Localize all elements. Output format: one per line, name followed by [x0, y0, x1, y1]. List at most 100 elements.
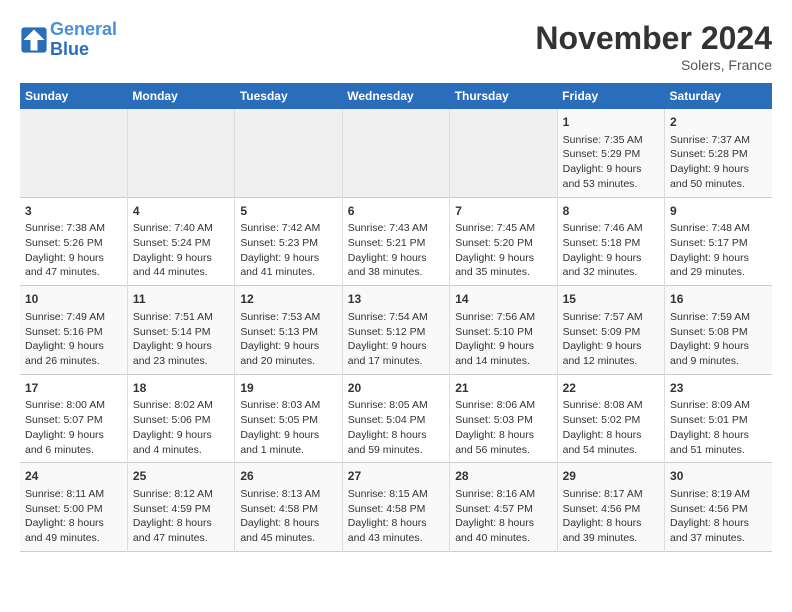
calendar-cell: 14Sunrise: 7:56 AM Sunset: 5:10 PM Dayli… — [450, 286, 557, 375]
day-info: Sunrise: 8:17 AM Sunset: 4:56 PM Dayligh… — [563, 487, 659, 546]
calendar-cell: 20Sunrise: 8:05 AM Sunset: 5:04 PM Dayli… — [342, 374, 449, 463]
calendar-cell: 10Sunrise: 7:49 AM Sunset: 5:16 PM Dayli… — [20, 286, 127, 375]
calendar-cell: 18Sunrise: 8:02 AM Sunset: 5:06 PM Dayli… — [127, 374, 234, 463]
day-info: Sunrise: 7:35 AM Sunset: 5:29 PM Dayligh… — [563, 133, 659, 192]
weekday-header-row: SundayMondayTuesdayWednesdayThursdayFrid… — [20, 83, 772, 109]
logo-text: General Blue — [50, 20, 117, 60]
calendar-cell: 29 Sunrise: 8:17 AM Sunset: 4:56 PM Dayli… — [557, 463, 664, 552]
calendar-cell: 1 Sunrise: 7:35 AM Sunset: 5:29 PM Daylig… — [557, 109, 664, 197]
day-number: 10 — [25, 291, 122, 308]
day-number: 17 — [25, 380, 122, 397]
calendar-cell: 30 Sunrise: 8:19 AM Sunset: 4:56 PM Dayli… — [665, 463, 772, 552]
day-info: Sunrise: 8:05 AM Sunset: 5:04 PM Dayligh… — [348, 398, 444, 457]
calendar-cell: 22Sunrise: 8:08 AM Sunset: 5:02 PM Dayli… — [557, 374, 664, 463]
calendar-week-3: 10Sunrise: 7:49 AM Sunset: 5:16 PM Dayli… — [20, 286, 772, 375]
calendar-week-1: 1 Sunrise: 7:35 AM Sunset: 5:29 PM Daylig… — [20, 109, 772, 197]
day-info: Sunrise: 8:00 AM Sunset: 5:07 PM Dayligh… — [25, 398, 122, 457]
page-header: General Blue November 2024 Solers, Franc… — [20, 20, 772, 73]
day-info: Sunrise: 7:57 AM Sunset: 5:09 PM Dayligh… — [563, 310, 659, 369]
day-info: Sunrise: 7:48 AM Sunset: 5:17 PM Dayligh… — [670, 221, 767, 280]
logo-line1: General — [50, 19, 117, 39]
day-info: Sunrise: 8:12 AM Sunset: 4:59 PM Dayligh… — [133, 487, 229, 546]
day-info: Sunrise: 7:59 AM Sunset: 5:08 PM Dayligh… — [670, 310, 767, 369]
calendar-cell: 7Sunrise: 7:45 AM Sunset: 5:20 PM Daylig… — [450, 197, 557, 286]
calendar-cell — [342, 109, 449, 197]
calendar-cell: 2Sunrise: 7:37 AM Sunset: 5:28 PM Daylig… — [665, 109, 772, 197]
day-number: 11 — [133, 291, 229, 308]
day-number: 6 — [348, 203, 444, 220]
weekday-header-thursday: Thursday — [450, 83, 557, 109]
calendar-week-5: 24 Sunrise: 8:11 AM Sunset: 5:00 PM Dayli… — [20, 463, 772, 552]
day-info: Sunrise: 8:06 AM Sunset: 5:03 PM Dayligh… — [455, 398, 551, 457]
calendar-cell: 12 Sunrise: 7:53 AM Sunset: 5:13 PM Dayli… — [235, 286, 342, 375]
day-number: 9 — [670, 203, 767, 220]
weekday-header-tuesday: Tuesday — [235, 83, 342, 109]
logo-icon — [20, 26, 48, 54]
calendar-week-4: 17Sunrise: 8:00 AM Sunset: 5:07 PM Dayli… — [20, 374, 772, 463]
day-info: Sunrise: 7:42 AM Sunset: 5:23 PM Dayligh… — [240, 221, 336, 280]
calendar-cell — [235, 109, 342, 197]
calendar-cell: 26 Sunrise: 8:13 AM Sunset: 4:58 PM Dayli… — [235, 463, 342, 552]
calendar-cell: 8Sunrise: 7:46 AM Sunset: 5:18 PM Daylig… — [557, 197, 664, 286]
calendar-cell: 27Sunrise: 8:15 AM Sunset: 4:58 PM Dayli… — [342, 463, 449, 552]
day-number: 22 — [563, 380, 659, 397]
logo: General Blue — [20, 20, 117, 60]
day-info: Sunrise: 8:11 AM Sunset: 5:00 PM Dayligh… — [25, 487, 122, 546]
calendar-cell: 23Sunrise: 8:09 AM Sunset: 5:01 PM Dayli… — [665, 374, 772, 463]
day-info: Sunrise: 8:03 AM Sunset: 5:05 PM Dayligh… — [240, 398, 336, 457]
day-number: 30 — [670, 468, 767, 485]
day-info: Sunrise: 8:19 AM Sunset: 4:56 PM Dayligh… — [670, 487, 767, 546]
calendar-cell: 25 Sunrise: 8:12 AM Sunset: 4:59 PM Dayli… — [127, 463, 234, 552]
day-number: 26 — [240, 468, 336, 485]
day-number: 29 — [563, 468, 659, 485]
calendar-cell: 21Sunrise: 8:06 AM Sunset: 5:03 PM Dayli… — [450, 374, 557, 463]
day-number: 4 — [133, 203, 229, 220]
weekday-header-sunday: Sunday — [20, 83, 127, 109]
calendar-week-2: 3Sunrise: 7:38 AM Sunset: 5:26 PM Daylig… — [20, 197, 772, 286]
day-info: Sunrise: 8:13 AM Sunset: 4:58 PM Dayligh… — [240, 487, 336, 546]
calendar-cell — [127, 109, 234, 197]
day-number: 23 — [670, 380, 767, 397]
day-number: 28 — [455, 468, 551, 485]
day-number: 12 — [240, 291, 336, 308]
day-number: 20 — [348, 380, 444, 397]
calendar-cell: 13 Sunrise: 7:54 AM Sunset: 5:12 PM Dayli… — [342, 286, 449, 375]
calendar-cell: 15Sunrise: 7:57 AM Sunset: 5:09 PM Dayli… — [557, 286, 664, 375]
day-number: 18 — [133, 380, 229, 397]
day-info: Sunrise: 7:46 AM Sunset: 5:18 PM Dayligh… — [563, 221, 659, 280]
day-number: 13 — [348, 291, 444, 308]
calendar-cell: 3Sunrise: 7:38 AM Sunset: 5:26 PM Daylig… — [20, 197, 127, 286]
day-info: Sunrise: 7:56 AM Sunset: 5:10 PM Dayligh… — [455, 310, 551, 369]
day-number: 24 — [25, 468, 122, 485]
day-info: Sunrise: 7:45 AM Sunset: 5:20 PM Dayligh… — [455, 221, 551, 280]
day-number: 3 — [25, 203, 122, 220]
calendar-cell — [450, 109, 557, 197]
calendar-cell: 9Sunrise: 7:48 AM Sunset: 5:17 PM Daylig… — [665, 197, 772, 286]
weekday-header-friday: Friday — [557, 83, 664, 109]
day-info: Sunrise: 7:53 AM Sunset: 5:13 PM Dayligh… — [240, 310, 336, 369]
day-info: Sunrise: 8:02 AM Sunset: 5:06 PM Dayligh… — [133, 398, 229, 457]
day-info: Sunrise: 8:16 AM Sunset: 4:57 PM Dayligh… — [455, 487, 551, 546]
calendar-cell: 19Sunrise: 8:03 AM Sunset: 5:05 PM Dayli… — [235, 374, 342, 463]
day-number: 1 — [563, 114, 659, 131]
day-number: 2 — [670, 114, 767, 131]
calendar-cell: 28 Sunrise: 8:16 AM Sunset: 4:57 PM Dayli… — [450, 463, 557, 552]
calendar-cell: 17Sunrise: 8:00 AM Sunset: 5:07 PM Dayli… — [20, 374, 127, 463]
calendar-cell: 24 Sunrise: 8:11 AM Sunset: 5:00 PM Dayli… — [20, 463, 127, 552]
logo-line2: Blue — [50, 39, 89, 59]
day-info: Sunrise: 7:51 AM Sunset: 5:14 PM Dayligh… — [133, 310, 229, 369]
title-block: November 2024 Solers, France — [535, 20, 772, 73]
day-number: 16 — [670, 291, 767, 308]
day-info: Sunrise: 7:43 AM Sunset: 5:21 PM Dayligh… — [348, 221, 444, 280]
calendar-table: SundayMondayTuesdayWednesdayThursdayFrid… — [20, 83, 772, 552]
day-info: Sunrise: 7:54 AM Sunset: 5:12 PM Dayligh… — [348, 310, 444, 369]
day-info: Sunrise: 8:09 AM Sunset: 5:01 PM Dayligh… — [670, 398, 767, 457]
weekday-header-wednesday: Wednesday — [342, 83, 449, 109]
day-number: 25 — [133, 468, 229, 485]
day-info: Sunrise: 7:38 AM Sunset: 5:26 PM Dayligh… — [25, 221, 122, 280]
day-number: 8 — [563, 203, 659, 220]
month-title: November 2024 — [535, 20, 772, 57]
day-number: 19 — [240, 380, 336, 397]
day-number: 21 — [455, 380, 551, 397]
day-info: Sunrise: 7:40 AM Sunset: 5:24 PM Dayligh… — [133, 221, 229, 280]
